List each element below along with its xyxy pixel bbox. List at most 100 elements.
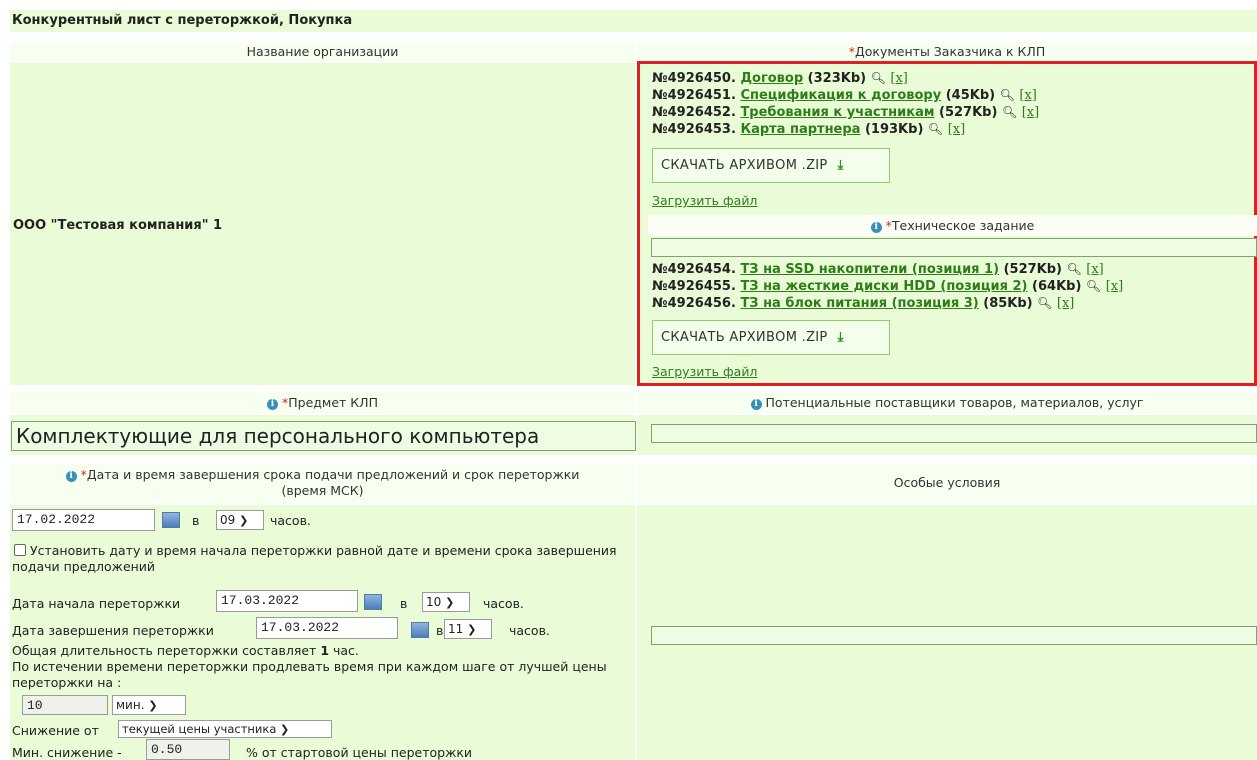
doc-link[interactable]: ТЗ на блок питания (позиция 3) xyxy=(740,296,978,311)
info-icon[interactable]: i xyxy=(65,471,77,482)
deadline-date-input[interactable]: 17.02.2022 xyxy=(12,509,155,531)
doc-size: (193Kb) xyxy=(864,122,924,137)
remove-doc-button[interactable]: [x] xyxy=(1019,88,1036,103)
min-decrease-suffix: % от стартовой цены переторжки xyxy=(246,745,473,760)
extend-minutes-input[interactable]: 10 xyxy=(22,695,108,715)
remove-doc-button[interactable]: [x] xyxy=(1086,262,1103,277)
rebid-start-label: Дата начала переторжки xyxy=(12,596,181,611)
info-icon[interactable]: i xyxy=(870,222,882,233)
calendar-icon[interactable] xyxy=(364,594,382,610)
suppliers-label: Потенциальные поставщики товаров, матери… xyxy=(765,395,1144,410)
hours-label: часов. xyxy=(509,623,550,638)
duration-value: 1 xyxy=(320,643,330,658)
subject-header: i *Предмет КЛП xyxy=(10,392,635,413)
hours-label: часов. xyxy=(483,596,524,611)
hours-label: часов. xyxy=(270,513,311,528)
unit-value: мин. xyxy=(116,698,145,712)
doc-number: №4926455. xyxy=(652,279,736,294)
doc-link[interactable]: Спецификация к договору xyxy=(740,88,941,103)
chevron-down-icon: ❯ xyxy=(280,723,290,736)
download-zip-button[interactable]: СКАЧАТЬ АРХИВОМ .ZIP ⤓ xyxy=(652,148,890,183)
preview-icon[interactable]: 🔍︎ xyxy=(1067,262,1082,276)
suppliers-input[interactable] xyxy=(651,424,1257,443)
download-icon: ⤓ xyxy=(837,158,844,173)
suppliers-header: i Потенциальные поставщики товаров, мате… xyxy=(637,392,1257,413)
rebid-end-hour-select[interactable]: 11 ❯ xyxy=(444,619,492,639)
rebid-end-label: Дата завершения переторжки xyxy=(12,623,214,638)
preview-icon[interactable]: 🔍︎ xyxy=(1002,105,1017,119)
download-zip-label: СКАЧАТЬ АРХИВОМ .ZIP xyxy=(661,330,828,345)
doc-number: №4926451. xyxy=(652,88,736,103)
download-zip-label: СКАЧАТЬ АРХИВОМ .ZIP xyxy=(661,158,828,173)
doc-link[interactable]: Карта партнера xyxy=(740,122,860,137)
same-date-label: Установить дату и время начала переторжк… xyxy=(12,543,617,574)
info-icon[interactable]: i xyxy=(750,399,762,410)
preview-icon[interactable]: 🔍︎ xyxy=(1037,296,1052,310)
subject-input[interactable]: Комплектующие для персонального компьюте… xyxy=(11,421,636,451)
doc-item: №4926455. ТЗ на жесткие диски HDD (позиц… xyxy=(652,278,1123,295)
column-header-docs: *Документы Заказчика к КЛП xyxy=(637,42,1257,62)
doc-link[interactable]: ТЗ на жесткие диски HDD (позиция 2) xyxy=(740,279,1027,294)
remove-doc-button[interactable]: [x] xyxy=(1057,296,1074,311)
doc-number: №4926452. xyxy=(652,105,736,120)
column-header-org: Название организации xyxy=(10,42,635,62)
chevron-down-icon: ❯ xyxy=(467,623,477,636)
org-header-label: Название организации xyxy=(246,44,399,59)
remove-doc-button[interactable]: [x] xyxy=(1106,279,1123,294)
doc-item: №4926453. Карта партнера (193Kb) 🔍︎ [x] xyxy=(652,121,1039,138)
download-zip-button[interactable]: СКАЧАТЬ АРХИВОМ .ZIP ⤓ xyxy=(652,320,890,355)
calendar-icon[interactable] xyxy=(162,512,180,528)
doc-link[interactable]: Договор xyxy=(740,71,803,86)
preview-icon[interactable]: 🔍︎ xyxy=(871,71,886,85)
preview-icon[interactable]: 🔍︎ xyxy=(928,122,943,136)
min-decrease-input[interactable]: 0.50 xyxy=(146,739,230,760)
remove-doc-button[interactable]: [x] xyxy=(1022,105,1039,120)
hour-value: 10 xyxy=(426,595,442,609)
special-conditions-label: Особые условия xyxy=(893,475,1001,490)
extend-text: По истечении времени переторжки продлева… xyxy=(12,659,607,690)
decrease-from-select[interactable]: текущей цены участника ❯ xyxy=(118,720,332,738)
org-name: ООО "Тестовая компания" 1 xyxy=(13,218,223,233)
preview-icon[interactable]: 🔍︎ xyxy=(1000,88,1015,102)
doc-number: №4926453. xyxy=(652,122,736,137)
at-label: в xyxy=(436,623,444,638)
at-label: в xyxy=(400,596,408,611)
doc-item: №4926450. Договор (323Kb) 🔍︎ [x] xyxy=(652,70,1039,87)
doc-item: №4926456. ТЗ на блок питания (позиция 3)… xyxy=(652,295,1123,312)
tech-task-label: Техническое задание xyxy=(891,218,1035,233)
tech-docs-list: №4926454. ТЗ на SSD накопители (позиция … xyxy=(652,261,1123,312)
upload-file-link[interactable]: Загрузить файл xyxy=(652,364,757,379)
rebid-start-date-input[interactable]: 17.03.2022 xyxy=(216,590,358,612)
tech-task-input[interactable] xyxy=(651,238,1257,257)
chevron-down-icon: ❯ xyxy=(148,699,158,712)
remove-doc-button[interactable]: [x] xyxy=(948,122,965,137)
rebid-start-hour-select[interactable]: 10 ❯ xyxy=(422,592,470,612)
doc-item: №4926452. Требования к участникам (527Kb… xyxy=(652,104,1039,121)
org-cell: ООО "Тестовая компания" 1 xyxy=(10,63,635,385)
customer-docs-list: №4926450. Договор (323Kb) 🔍︎ [x] №492645… xyxy=(652,70,1039,138)
duration-unit: час. xyxy=(333,643,359,658)
doc-number: №4926456. xyxy=(652,296,736,311)
special-conditions-input[interactable] xyxy=(651,626,1257,645)
rebid-end-date-input[interactable]: 17.03.2022 xyxy=(256,617,398,639)
page-title: Конкурентный лист с переторжкой, Покупка xyxy=(10,10,1257,32)
doc-item: №4926454. ТЗ на SSD накопители (позиция … xyxy=(652,261,1123,278)
doc-size: (527Kb) xyxy=(939,105,998,120)
doc-number: №4926450. xyxy=(652,71,736,86)
decrease-from-label: Снижение от xyxy=(12,723,99,738)
doc-size: (527Kb) xyxy=(1003,262,1062,277)
calendar-icon[interactable] xyxy=(411,622,429,638)
deadline-label: Дата и время завершения срока подачи пре… xyxy=(86,467,580,498)
at-label: в xyxy=(192,513,200,528)
upload-file-link[interactable]: Загрузить файл xyxy=(652,193,757,208)
doc-link[interactable]: ТЗ на SSD накопители (позиция 1) xyxy=(740,262,999,277)
download-icon: ⤓ xyxy=(837,330,844,345)
doc-link[interactable]: Требования к участникам xyxy=(740,105,934,120)
info-icon[interactable]: i xyxy=(267,399,279,410)
docs-header-label: Документы Заказчика к КЛП xyxy=(855,44,1046,59)
extend-unit-select[interactable]: мин. ❯ xyxy=(112,695,186,715)
preview-icon[interactable]: 🔍︎ xyxy=(1086,279,1101,293)
min-decrease-label: Мин. снижение - xyxy=(12,745,122,760)
deadline-hour-select[interactable]: 09 ❯ xyxy=(216,510,264,530)
remove-doc-button[interactable]: [x] xyxy=(890,71,907,86)
